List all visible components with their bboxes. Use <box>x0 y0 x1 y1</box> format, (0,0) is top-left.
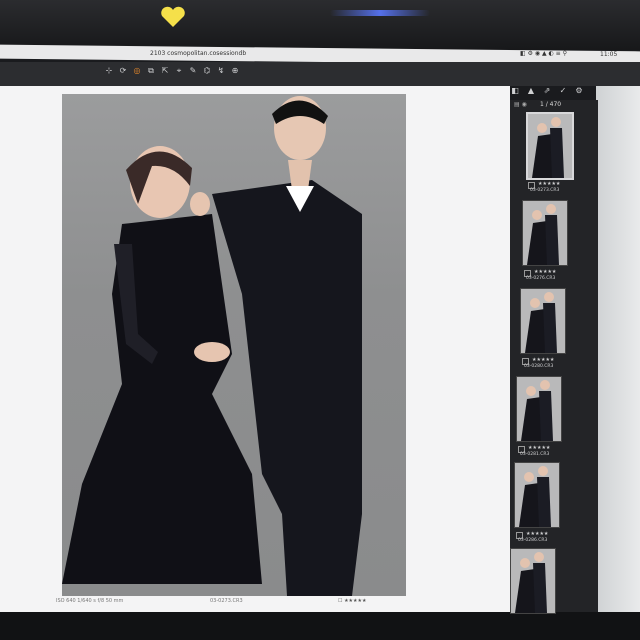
filmstrip-thumbnail[interactable] <box>520 288 566 354</box>
filmstrip-thumbnail[interactable] <box>510 548 556 614</box>
background-wall <box>596 80 640 620</box>
thumbnail-filename: 03-0273.CR3 <box>530 188 560 193</box>
annotate-tool-icon[interactable]: ⊕ <box>230 66 240 76</box>
thumbnail-rating[interactable]: ★★★★★ <box>534 269 556 275</box>
thumbnail-rating[interactable]: ★★★★★ <box>526 531 548 537</box>
capture-info: ISO 640 1/640 s f/8 50 mm <box>56 598 124 604</box>
thumbnail-filename: 03-0281.CR3 <box>520 452 550 457</box>
photo-subjects <box>62 96 362 596</box>
right-tool-row: ◧ ▲ ⇗ ✓ ⚙ <box>510 86 584 100</box>
current-filename: 03-0273.CR3 <box>210 598 243 604</box>
filmstrip-view-icons[interactable]: ▤ ◉ <box>514 101 527 108</box>
thumbnail-filename: 03-0280.CR3 <box>524 364 554 369</box>
thumbnail-filename: 03-0286.CR3 <box>518 538 548 543</box>
pan-tool-icon[interactable]: ⊹ <box>104 66 114 76</box>
light-reflection <box>330 10 430 16</box>
main-photo[interactable] <box>62 94 406 596</box>
crop-tool-icon[interactable]: ⧉ <box>146 66 156 76</box>
filmstrip-thumbnail[interactable] <box>514 462 560 528</box>
thumbnail-rating[interactable]: ★★★★★ <box>538 181 560 187</box>
filmstrip-thumbnail[interactable] <box>522 200 568 266</box>
rotate-tool-icon[interactable]: ⟳ <box>118 66 128 76</box>
app-toolbar <box>0 62 640 86</box>
clock: 11:05 <box>600 51 618 58</box>
settings-icon[interactable]: ⚙ <box>574 86 584 96</box>
current-rating[interactable]: ☐ ★★★★★ <box>338 598 366 604</box>
monitor-bezel-bottom <box>0 612 640 640</box>
warning-icon[interactable]: ▲ <box>526 86 536 96</box>
monitor-bezel <box>0 0 640 50</box>
heal-tool-icon[interactable]: ⌬ <box>202 66 212 76</box>
brush-tool-icon[interactable]: ✎ <box>188 66 198 76</box>
export-icon[interactable]: ⇗ <box>542 86 552 96</box>
tool-row: ⊹ ⟳ ◎ ⧉ ⇱ ⌖ ✎ ⌬ ↯ ⊕ <box>104 66 240 80</box>
filmstrip-thumbnail[interactable] <box>516 376 562 442</box>
heart-reflection <box>161 6 185 27</box>
thumbnail-rating[interactable]: ★★★★★ <box>528 445 550 451</box>
filmstrip-thumbnail[interactable] <box>526 112 574 180</box>
check-icon[interactable]: ✓ <box>558 86 568 96</box>
menu-status-icons[interactable]: ◧ ⚙ ◉ ▲ ◐ ≡ ⚲ <box>520 50 567 57</box>
straighten-tool-icon[interactable]: ⇱ <box>160 66 170 76</box>
window-title: 2103 cosmopolitan.cosessiondb <box>150 50 247 57</box>
image-counter: 1 / 470 <box>540 101 562 108</box>
thumbnail-rating[interactable]: ★★★★★ <box>532 357 554 363</box>
loupe-tool-icon[interactable]: ◎ <box>132 66 142 76</box>
keystone-tool-icon[interactable]: ⌖ <box>174 66 184 76</box>
picker-tool-icon[interactable]: ↯ <box>216 66 226 76</box>
layers-icon[interactable]: ◧ <box>510 86 520 96</box>
thumbnail-filename: 03-0276.CR3 <box>526 276 556 281</box>
